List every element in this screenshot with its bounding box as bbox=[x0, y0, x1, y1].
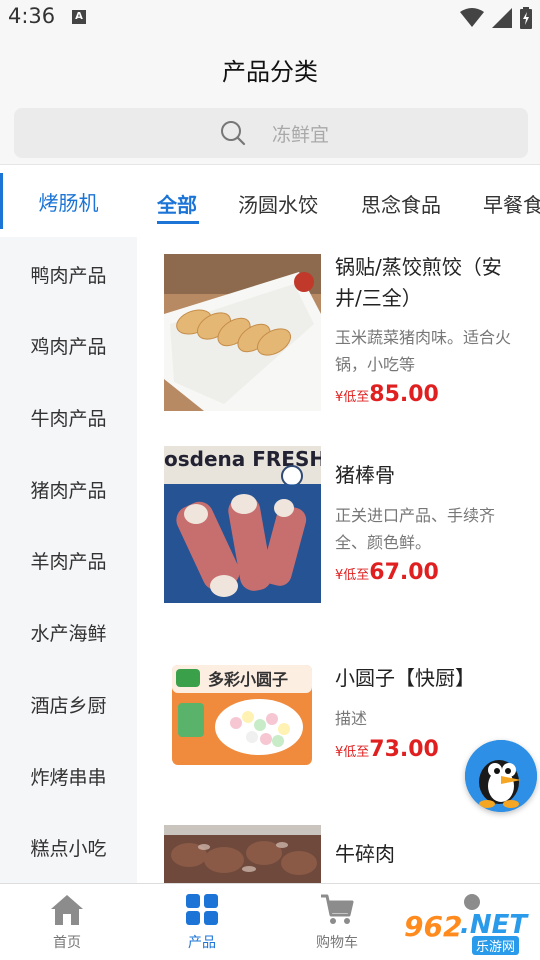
sidebar-item-hotel[interactable]: 酒店乡厨 bbox=[0, 691, 137, 718]
nav-cart[interactable]: 购物车 bbox=[287, 894, 387, 952]
penguin-icon bbox=[465, 740, 537, 812]
tab-dumplings[interactable]: 汤圆水饺 bbox=[238, 189, 318, 218]
nav-home-label: 首页 bbox=[53, 935, 81, 951]
price-prefix: ¥低至 bbox=[335, 390, 370, 405]
category-bar: 烤肠机 全部 汤圆水饺 思念食品 早餐食 bbox=[0, 164, 540, 237]
cart-icon bbox=[321, 894, 354, 924]
product-image bbox=[164, 825, 321, 883]
package-text: 多彩小圆子 bbox=[208, 670, 288, 689]
product-price: ¥低至85.00 bbox=[335, 382, 439, 407]
active-tab-underline bbox=[157, 221, 199, 224]
nav-products[interactable]: 产品 bbox=[152, 894, 252, 952]
tab-breakfast[interactable]: 早餐食 bbox=[483, 189, 540, 218]
product-price: ¥低至73.00 bbox=[335, 737, 439, 762]
product-card[interactable]: osdena FRESH MEATS 猪棒骨 正关进口产品、手续齐全、颜色鲜。 bbox=[137, 446, 540, 616]
customer-service-button[interactable] bbox=[465, 740, 537, 812]
sidebar-item-lamb[interactable]: 羊肉产品 bbox=[0, 547, 137, 574]
home-icon bbox=[51, 895, 83, 925]
product-name: 猪棒骨 bbox=[335, 463, 395, 487]
product-image bbox=[164, 254, 321, 411]
sidebar-item-skewers[interactable]: 炸烤串串 bbox=[0, 763, 137, 790]
price-value: 67.00 bbox=[369, 560, 439, 585]
nav-cart-label: 购物车 bbox=[316, 935, 358, 951]
sidebar-item-seafood[interactable]: 水产海鲜 bbox=[0, 619, 137, 646]
nav-home[interactable]: 首页 bbox=[17, 894, 117, 952]
page-title: 产品分类 bbox=[222, 58, 318, 86]
sidebar-item-label: 烤肠机 bbox=[38, 191, 99, 215]
wifi-icon bbox=[460, 8, 484, 27]
status-bar: 4:36 A bbox=[0, 0, 540, 36]
search-input[interactable]: 冻鲜宜 bbox=[14, 108, 528, 158]
category-sidebar: 鸭肉产品 鸡肉产品 牛肉产品 猪肉产品 羊肉产品 水产海鲜 酒店乡厨 炸烤串串 … bbox=[0, 237, 137, 883]
sidebar-item-duck[interactable]: 鸭肉产品 bbox=[0, 261, 137, 288]
tab-sinian[interactable]: 思念食品 bbox=[361, 189, 441, 218]
signal-icon bbox=[492, 8, 512, 28]
nav-products-label: 产品 bbox=[188, 935, 216, 951]
price-value: 85.00 bbox=[369, 382, 439, 407]
sidebar-item-beef[interactable]: 牛肉产品 bbox=[0, 404, 137, 431]
product-name: 锅贴/蒸饺煎饺（安井/三全） bbox=[335, 255, 502, 310]
product-name: 牛碎肉 bbox=[335, 842, 395, 866]
watermark-sub: 乐游网 bbox=[472, 936, 520, 955]
product-description: 正关进口产品、手续齐全、颜色鲜。 bbox=[335, 506, 496, 552]
status-icons bbox=[460, 7, 532, 29]
price-prefix: ¥低至 bbox=[335, 568, 370, 583]
product-image: osdena FRESH MEATS bbox=[164, 446, 321, 603]
sidebar-item-chicken[interactable]: 鸡肉产品 bbox=[0, 332, 137, 359]
product-image: 多彩小圆子 bbox=[164, 645, 321, 802]
sidebar-item-snacks[interactable]: 糕点小吃 bbox=[0, 834, 137, 861]
product-card[interactable]: 牛碎肉 bbox=[137, 825, 540, 883]
product-name: 小圆子【快厨】 bbox=[335, 666, 475, 690]
product-price: ¥低至67.00 bbox=[335, 560, 439, 585]
sidebar-item-pork[interactable]: 猪肉产品 bbox=[0, 476, 137, 503]
battery-icon bbox=[520, 7, 532, 29]
product-description: 描述 bbox=[335, 709, 368, 728]
price-value: 73.00 bbox=[369, 737, 439, 762]
watermark-logo: 962 .NET 乐游网 bbox=[400, 910, 540, 956]
notification-a-icon: A bbox=[72, 10, 86, 24]
search-icon bbox=[221, 121, 246, 146]
header: 产品分类 冻鲜宜 bbox=[0, 36, 540, 164]
grid-icon bbox=[186, 894, 218, 925]
product-card[interactable]: 锅贴/蒸饺煎饺（安井/三全） 玉米蔬菜猪肉味。适合火锅，小吃等 ¥低至85.00 bbox=[137, 254, 540, 424]
watermark-main: 962 bbox=[404, 910, 463, 943]
price-prefix: ¥低至 bbox=[335, 745, 370, 760]
product-description: 玉米蔬菜猪肉味。适合火锅，小吃等 bbox=[335, 328, 512, 374]
status-time: 4:36 bbox=[8, 4, 56, 28]
search-placeholder: 冻鲜宜 bbox=[272, 124, 330, 146]
sidebar-item-selected[interactable]: 烤肠机 bbox=[0, 165, 137, 237]
tab-all[interactable]: 全部 bbox=[157, 189, 197, 218]
